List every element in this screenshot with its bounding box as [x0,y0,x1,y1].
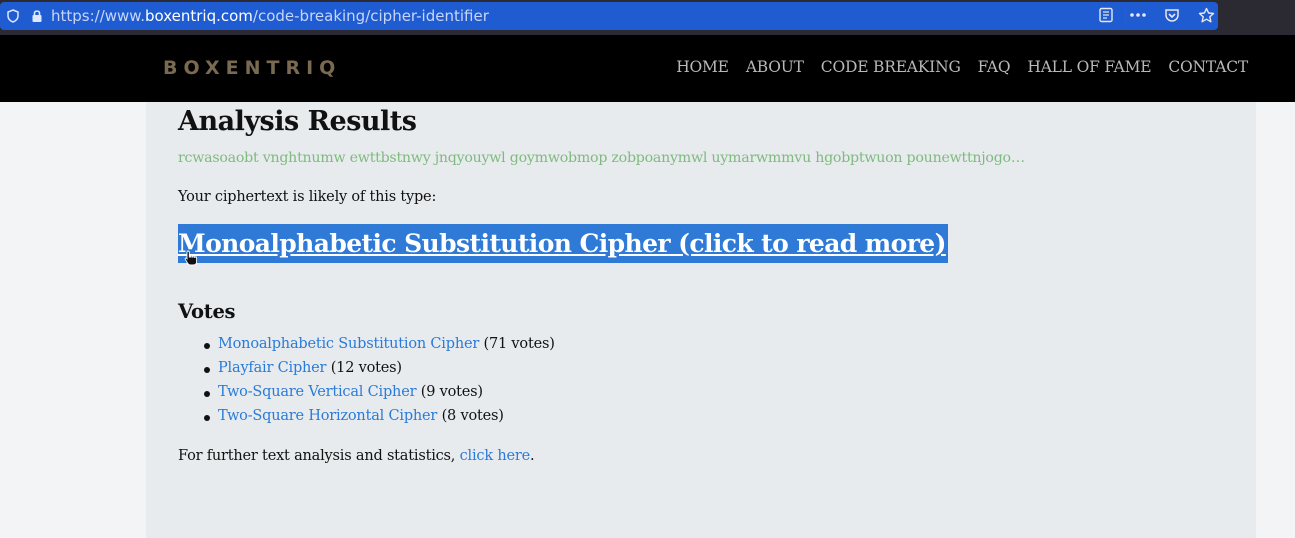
result-cipher-link[interactable]: Monoalphabetic Substitution Cipher (clic… [178,224,948,266]
site-logo[interactable]: BOXENTRIQ [163,57,341,79]
nav-hall-of-fame[interactable]: HALL OF FAME [1027,58,1151,76]
vote-count: (8 votes) [441,408,504,424]
nav-faq[interactable]: FAQ [978,58,1011,76]
votes-list: Monoalphabetic Substitution Cipher (71 v… [178,336,555,432]
further-analysis-link[interactable]: click here [460,448,531,464]
further-prefix: For further text analysis and statistics… [178,448,460,464]
address-bar[interactable]: https://www.boxentriq.com/code-breaking/… [0,2,1218,30]
vote-count: (71 votes) [483,336,555,352]
nav-contact[interactable]: CONTACT [1168,58,1248,76]
pocket-icon[interactable] [1162,5,1182,25]
vote-count: (12 votes) [330,360,402,376]
lock-icon[interactable] [29,8,45,24]
toolbar-divider [1125,6,1126,26]
further-analysis-text: For further text analysis and statistics… [178,448,535,464]
hand-cursor-icon [184,250,198,266]
main-nav: HOME ABOUT CODE BREAKING FAQ HALL OF FAM… [676,58,1248,76]
likely-type-label: Your ciphertext is likely of this type: [178,189,437,205]
vote-item: Playfair Cipher (12 votes) [204,360,555,384]
result-cipher-link-text: Monoalphabetic Substitution Cipher (clic… [178,229,946,258]
votes-heading: Votes [178,300,236,323]
site-header: BOXENTRIQ HOME ABOUT CODE BREAKING FAQ H… [0,35,1295,102]
toolbar-actions [1128,5,1216,25]
page-title: Analysis Results [178,106,417,137]
shield-icon[interactable] [5,8,21,24]
vote-link-monoalphabetic[interactable]: Monoalphabetic Substitution Cipher [218,336,479,352]
url-text[interactable]: https://www.boxentriq.com/code-breaking/… [51,7,489,25]
more-actions-icon[interactable] [1128,5,1148,25]
browser-toolbar: https://www.boxentriq.com/code-breaking/… [0,0,1295,35]
nav-about[interactable]: ABOUT [746,58,804,76]
vote-item: Two-Square Horizontal Cipher (8 votes) [204,408,555,432]
nav-home[interactable]: HOME [676,58,729,76]
vote-item: Monoalphabetic Substitution Cipher (71 v… [204,336,555,360]
bookmark-star-icon[interactable] [1196,5,1216,25]
vote-count: (9 votes) [420,384,483,400]
nav-code-breaking[interactable]: CODE BREAKING [821,58,961,76]
vote-link-two-square-vertical[interactable]: Two-Square Vertical Cipher [218,384,417,400]
reader-view-icon[interactable] [1098,7,1114,23]
vote-link-playfair[interactable]: Playfair Cipher [218,360,326,376]
vote-item: Two-Square Vertical Cipher (9 votes) [204,384,555,408]
vote-link-two-square-horizontal[interactable]: Two-Square Horizontal Cipher [218,408,437,424]
url-host: boxentriq.com [144,7,253,25]
url-prefix: https://www. [51,7,145,25]
content-panel: Analysis Results rcwasoaobt vnghtnumw ew… [146,102,1256,538]
ciphertext-preview: rcwasoaobt vnghtnumw ewttbstnwy jnqyouyw… [178,150,1025,166]
further-suffix: . [529,448,535,464]
url-path: /code-breaking/cipher-identifier [252,7,489,25]
